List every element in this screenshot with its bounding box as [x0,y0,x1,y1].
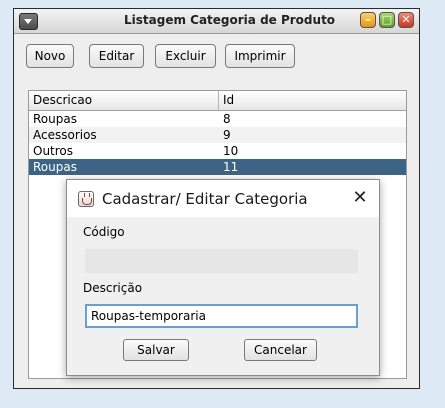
table-row-selected[interactable]: Roupas 11 [29,159,406,175]
table-row[interactable]: Acessorios 9 [29,127,406,143]
cell-descricao: Roupas [33,160,77,174]
close-icon[interactable]: ✕ [398,12,414,28]
window-title: Listagem Categoria de Produto [124,13,336,27]
cell-id: 8 [223,112,231,126]
descricao-field[interactable] [85,304,358,328]
cell-id: 10 [223,144,239,158]
cell-descricao: Outros [33,144,74,158]
cell-descricao: Roupas [33,112,77,126]
codigo-label: Código [83,225,125,239]
table-row[interactable]: Outros 10 [29,143,406,159]
salvar-button[interactable]: Salvar [123,339,189,361]
table-header: Descricao Id [29,91,406,111]
edit-category-dialog: Cadastrar/ Editar Categoria ✕ Código Des… [66,179,380,376]
codigo-field [85,249,358,273]
descricao-label: Descrição [83,281,143,295]
dialog-close-icon[interactable]: ✕ [350,188,370,208]
imprimir-button[interactable]: Imprimir [225,44,295,68]
novo-button[interactable]: Novo [26,44,74,68]
cancelar-button[interactable]: Cancelar [244,339,317,361]
column-header-id[interactable]: Id [219,91,406,110]
excluir-button[interactable]: Excluir [155,44,216,68]
dialog-title: Cadastrar/ Editar Categoria [102,190,308,208]
cell-id: 11 [223,160,239,174]
editar-button[interactable]: Editar [89,44,144,68]
maximize-icon[interactable]: □ [379,12,395,28]
table-row[interactable]: Roupas 8 [29,111,406,127]
dialog-title-bar: Cadastrar/ Editar Categoria ✕ [67,180,379,217]
title-bar: Listagem Categoria de Produto – □ ✕ [14,9,419,34]
window-menu-icon[interactable] [19,13,38,30]
minimize-icon[interactable]: – [360,12,376,28]
cell-descricao: Acessorios [33,128,97,142]
java-coffee-icon [78,191,94,207]
cell-id: 9 [223,128,231,142]
column-header-descricao[interactable]: Descricao [29,91,219,110]
